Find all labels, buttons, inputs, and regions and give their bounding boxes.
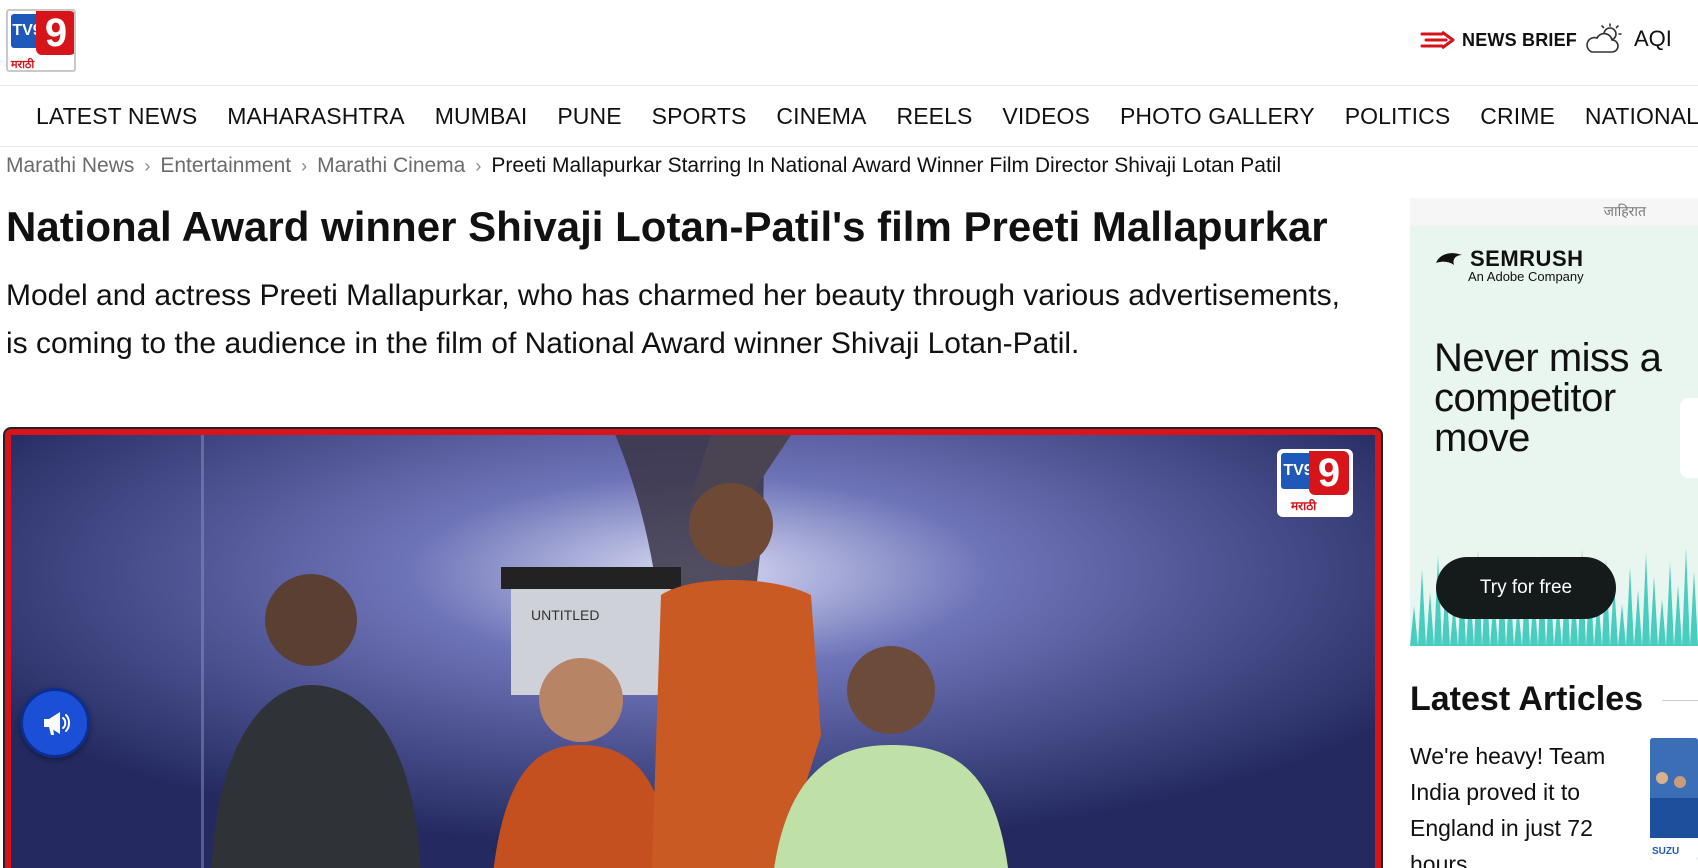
- nav-item-latest-news[interactable]: LATEST NEWS: [36, 103, 197, 130]
- chevron-right-icon: ›: [144, 155, 151, 176]
- semrush-flame-icon: [1436, 253, 1462, 265]
- ad-spike: [1418, 569, 1426, 646]
- image-watermark-logo: TV9 9 मराठी: [1277, 449, 1353, 517]
- ad-brand-sub: An Adobe Company: [1468, 269, 1584, 284]
- cricket-team-thumbnail: SUZU: [1650, 738, 1698, 860]
- breadcrumb-current: Preeti Mallapurkar Starring In National …: [491, 154, 1282, 177]
- ad-spike: [1626, 567, 1634, 646]
- ad-cta-button[interactable]: Try for free: [1436, 557, 1616, 619]
- breadcrumb-marathi-cinema[interactable]: Marathi Cinema: [317, 154, 465, 178]
- ad-spike: [1682, 548, 1690, 646]
- chevron-right-icon: ›: [475, 155, 482, 176]
- nav-item-maharashtra[interactable]: MAHARASHTRA: [227, 103, 404, 130]
- weather-cloud-icon: [1586, 23, 1622, 53]
- breadcrumb: Marathi News › Entertainment › Marathi C…: [6, 154, 1281, 178]
- article-summary: Model and actress Preeti Mallapurkar, wh…: [6, 279, 1341, 360]
- logo-nine: 9: [36, 11, 74, 55]
- main-navigation: LATEST NEWS MAHARASHTRA MUMBAI PUNE SPOR…: [0, 87, 1698, 147]
- breadcrumb-marathi-news[interactable]: Marathi News: [6, 154, 134, 178]
- article-title: National Award winner Shivaji Lotan-Pati…: [6, 203, 1328, 250]
- latest-article-thumbnail[interactable]: SUZU: [1650, 738, 1698, 860]
- news-brief-label: NEWS BRIEF: [1462, 29, 1578, 50]
- nav-item-photo-gallery[interactable]: PHOTO GALLERY: [1120, 103, 1315, 130]
- aqi-widget[interactable]: AQI: [1584, 22, 1672, 56]
- ad-spike: [1658, 599, 1666, 646]
- megaphone-icon: [44, 712, 70, 735]
- news-brief-arrows-icon: [1420, 30, 1455, 50]
- watermark-nine: 9: [1309, 451, 1349, 495]
- nav-item-cinema[interactable]: CINEMA: [776, 103, 866, 130]
- top-header: TV9 9 मराठी NEWS BRIEF AQI: [0, 0, 1698, 86]
- breadcrumb-entertainment[interactable]: Entertainment: [160, 154, 291, 178]
- ad-spike: [1666, 562, 1674, 646]
- nav-item-pune[interactable]: PUNE: [557, 103, 621, 130]
- nav-item-national[interactable]: NATIONAL: [1585, 103, 1698, 130]
- ad-spike: [1618, 604, 1626, 646]
- ad-spike: [1634, 590, 1642, 646]
- nav-item-reels[interactable]: REELS: [896, 103, 972, 130]
- news-brief-button[interactable]: NEWS BRIEF: [1420, 26, 1577, 54]
- ad-spike: [1690, 571, 1698, 646]
- svg-text:SUZU: SUZU: [1652, 846, 1679, 857]
- heading-divider: [1662, 700, 1698, 701]
- ad-spike: [1674, 585, 1682, 646]
- clapper-text: UNTITLED: [531, 607, 599, 623]
- ad-pitch: Never miss a competitor move: [1434, 336, 1662, 460]
- ad-spike: [1642, 553, 1650, 646]
- chevron-right-icon: ›: [301, 155, 308, 176]
- nav-item-politics[interactable]: POLITICS: [1345, 103, 1451, 130]
- tv9-marathi-logo[interactable]: TV9 9 मराठी: [6, 9, 76, 72]
- nav-item-videos[interactable]: VIDEOS: [1002, 103, 1090, 130]
- listen-audio-button[interactable]: [20, 688, 90, 758]
- nav-item-sports[interactable]: SPORTS: [652, 103, 747, 130]
- aqi-label: AQI: [1634, 26, 1672, 51]
- logo-lang: मराठी: [11, 58, 35, 71]
- article-hero-image[interactable]: UNTITLED TV9 9 मराठी: [5, 429, 1381, 868]
- ad-spike: [1650, 576, 1658, 646]
- ad-card-edge: [1680, 398, 1698, 478]
- ad-label: जाहिरात: [1410, 198, 1698, 226]
- film-crew-photo: UNTITLED: [11, 435, 1375, 868]
- watermark-lang: मराठी: [1291, 499, 1317, 513]
- ad-spike: [1426, 592, 1434, 646]
- sidebar-advertisement[interactable]: जाहिरात SEMRUSH An Adobe Company Never m…: [1410, 198, 1698, 646]
- nav-item-mumbai[interactable]: MUMBAI: [435, 103, 528, 130]
- nav-item-crime[interactable]: CRIME: [1480, 103, 1555, 130]
- latest-article-link[interactable]: We're heavy! Team India proved it to Eng…: [1410, 738, 1620, 868]
- latest-articles-heading: Latest Articles: [1410, 680, 1644, 718]
- ad-spike: [1410, 606, 1418, 646]
